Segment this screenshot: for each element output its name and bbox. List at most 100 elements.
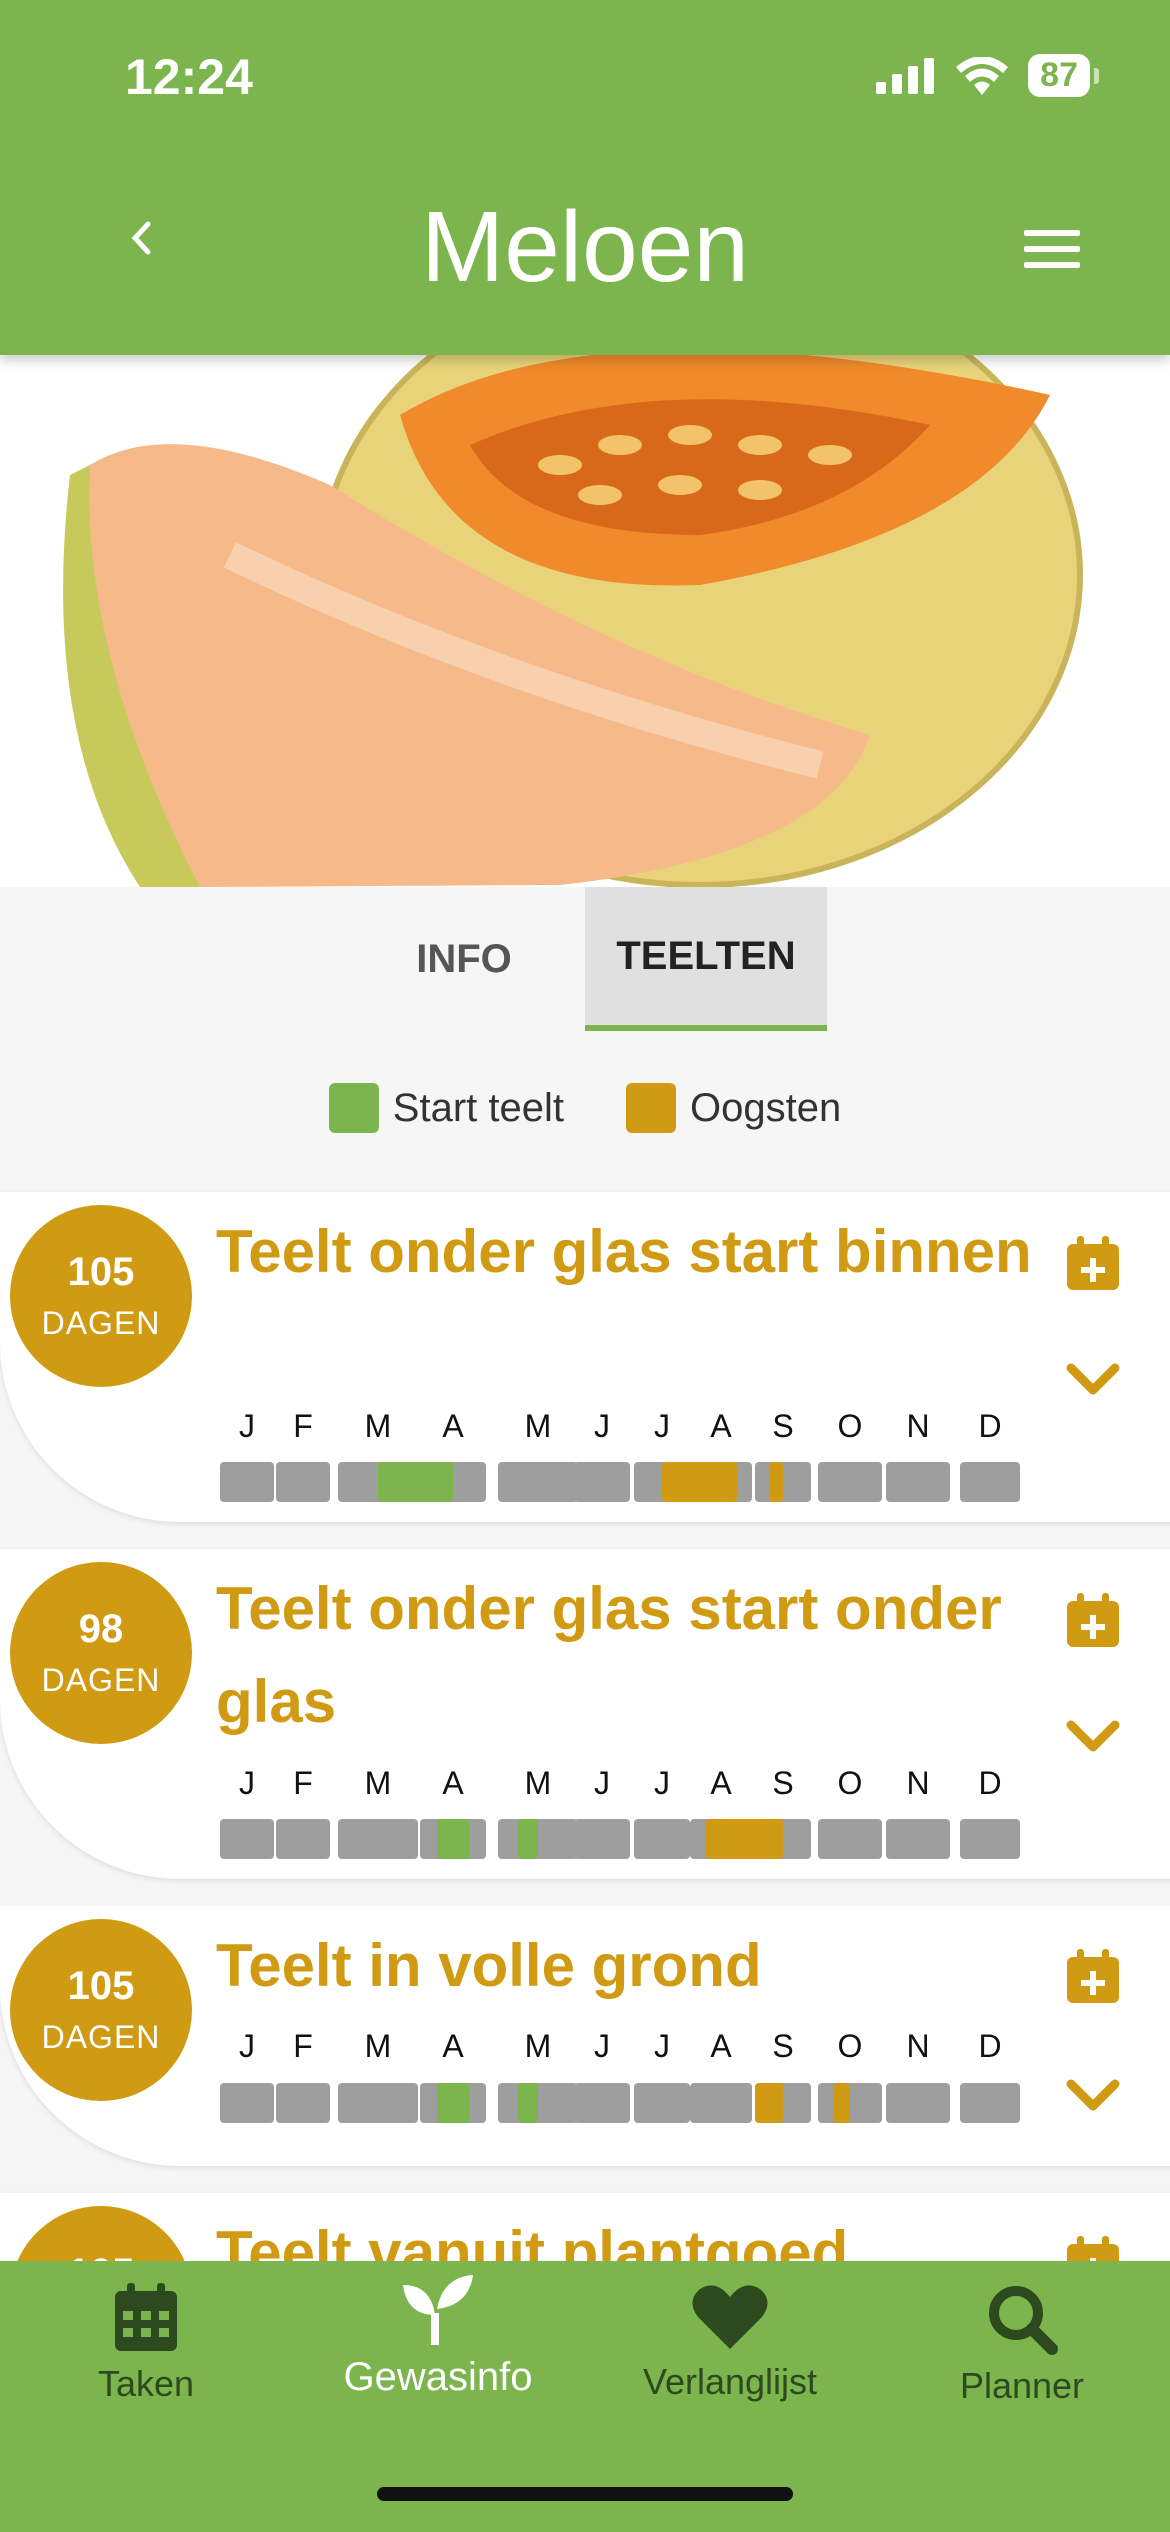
month-label: M xyxy=(364,1408,392,1444)
add-to-calendar-icon[interactable] xyxy=(1065,1593,1121,1649)
month-label: F xyxy=(293,2028,313,2064)
add-to-calendar-icon[interactable] xyxy=(1065,1949,1121,2005)
month-segment xyxy=(276,2083,330,2123)
month-label: J xyxy=(239,1408,255,1444)
duration-badge: 105 DAGEN xyxy=(10,1205,192,1387)
month-segment xyxy=(634,1819,690,1859)
month-label: M xyxy=(524,1408,552,1444)
nav-label: Gewasinfo xyxy=(343,2355,533,2399)
month-segment xyxy=(818,1462,882,1502)
legend-swatch-orange xyxy=(625,1083,676,1133)
month-segment xyxy=(498,1462,578,1502)
tab-teelten[interactable]: TEELTEN xyxy=(585,887,827,1031)
month-segment xyxy=(574,1462,630,1502)
month-label: O xyxy=(837,1765,863,1801)
menu-button[interactable] xyxy=(1024,230,1080,278)
app-header: 12:24 87 Meloen xyxy=(0,0,1170,355)
legend-item-start: Start teelt xyxy=(328,1083,564,1133)
month-label: J xyxy=(239,2028,255,2064)
heart-icon xyxy=(692,2285,768,2349)
month-label: D xyxy=(978,1408,1002,1444)
harvest-period-segment xyxy=(834,2083,850,2123)
legend-swatch-green xyxy=(328,1083,379,1133)
month-segment xyxy=(886,1819,950,1859)
month-segment xyxy=(818,2083,882,2123)
duration-badge: 98 DAGEN xyxy=(10,1562,192,1744)
card-title: Teelt onder glas start onder glas xyxy=(216,1575,1002,1735)
month-label: M xyxy=(364,1765,392,1801)
hamburger-menu-icon xyxy=(1024,230,1080,236)
month-label: A xyxy=(710,1765,732,1801)
duration-unit: DAGEN xyxy=(41,2019,161,2055)
nav-item-planner[interactable]: Planner xyxy=(876,2283,1168,2407)
month-label: J xyxy=(594,2028,610,2064)
month-label: A xyxy=(442,1408,464,1444)
month-segment xyxy=(886,1462,950,1502)
harvest-period-segment xyxy=(662,1462,737,1502)
harvest-period-segment xyxy=(705,1819,783,1859)
start-period-segment xyxy=(436,1819,470,1859)
melon-illustration xyxy=(63,355,1083,887)
month-label: N xyxy=(906,1408,930,1444)
legend: Start teelt Oogsten xyxy=(0,1083,1170,1133)
add-to-calendar-icon[interactable] xyxy=(1065,1236,1121,1292)
nav-label: Taken xyxy=(97,2363,195,2404)
month-label: D xyxy=(978,2028,1002,2064)
month-label: J xyxy=(654,1765,670,1801)
duration-days: 98 xyxy=(78,1607,124,1651)
nav-label: Planner xyxy=(959,2365,1085,2406)
status-icons: 87 xyxy=(876,54,1099,97)
month-label: N xyxy=(906,2028,930,2064)
nav-item-verlanglijst[interactable]: Verlanglijst xyxy=(584,2283,876,2403)
status-time: 12:24 xyxy=(125,49,253,105)
sprout-icon xyxy=(403,2275,473,2345)
month-segment xyxy=(338,1819,418,1859)
month-label: S xyxy=(772,1408,794,1444)
duration-days: 105 xyxy=(67,1250,135,1294)
month-label: A xyxy=(710,1408,732,1444)
month-segment xyxy=(276,1462,330,1502)
calendar-icon xyxy=(115,2283,177,2351)
page-title: Meloen xyxy=(421,191,749,303)
month-label: M xyxy=(364,2028,392,2064)
month-segment xyxy=(755,1462,811,1502)
nav-item-gewasinfo[interactable]: Gewasinfo xyxy=(292,2275,584,2400)
month-segment xyxy=(960,2083,1020,2123)
start-period-segment xyxy=(518,2083,538,2123)
wifi-icon xyxy=(956,56,1009,95)
month-segment xyxy=(276,1819,330,1859)
tab-info[interactable]: INFO xyxy=(343,887,585,1031)
expand-chevron-icon[interactable] xyxy=(1065,1352,1121,1408)
home-indicator xyxy=(377,2487,793,2501)
harvest-period-segment xyxy=(769,1462,783,1502)
nav-label: Verlanglijst xyxy=(642,2361,818,2402)
month-segment xyxy=(574,1819,630,1859)
month-segment xyxy=(220,1819,274,1859)
month-label: A xyxy=(442,1765,464,1801)
month-label: J xyxy=(654,1408,670,1444)
month-label: M xyxy=(524,1765,552,1801)
month-segment xyxy=(690,2083,752,2123)
month-segment xyxy=(634,2083,690,2123)
month-label: F xyxy=(293,1408,313,1444)
expand-chevron-icon[interactable] xyxy=(1065,1709,1121,1765)
month-segment xyxy=(574,2083,630,2123)
signal-icon xyxy=(876,57,935,94)
card-title: Teelt in volle grond xyxy=(216,1932,762,1999)
legend-label: Oogsten xyxy=(689,1085,842,1130)
month-label: J xyxy=(654,2028,670,2064)
month-segment xyxy=(220,2083,274,2123)
month-segment xyxy=(886,2083,950,2123)
month-label: O xyxy=(837,2028,863,2064)
month-segment xyxy=(498,1819,578,1859)
month-label: J xyxy=(594,1408,610,1444)
month-label: J xyxy=(594,1765,610,1801)
month-segment xyxy=(960,1462,1020,1502)
month-segment xyxy=(818,1819,882,1859)
month-label: O xyxy=(837,1408,863,1444)
start-period-segment xyxy=(436,2083,470,2123)
expand-chevron-icon[interactable] xyxy=(1065,2068,1121,2124)
start-period-segment xyxy=(378,1462,453,1502)
month-label: N xyxy=(906,1765,930,1801)
nav-item-taken[interactable]: Taken xyxy=(0,2283,292,2405)
